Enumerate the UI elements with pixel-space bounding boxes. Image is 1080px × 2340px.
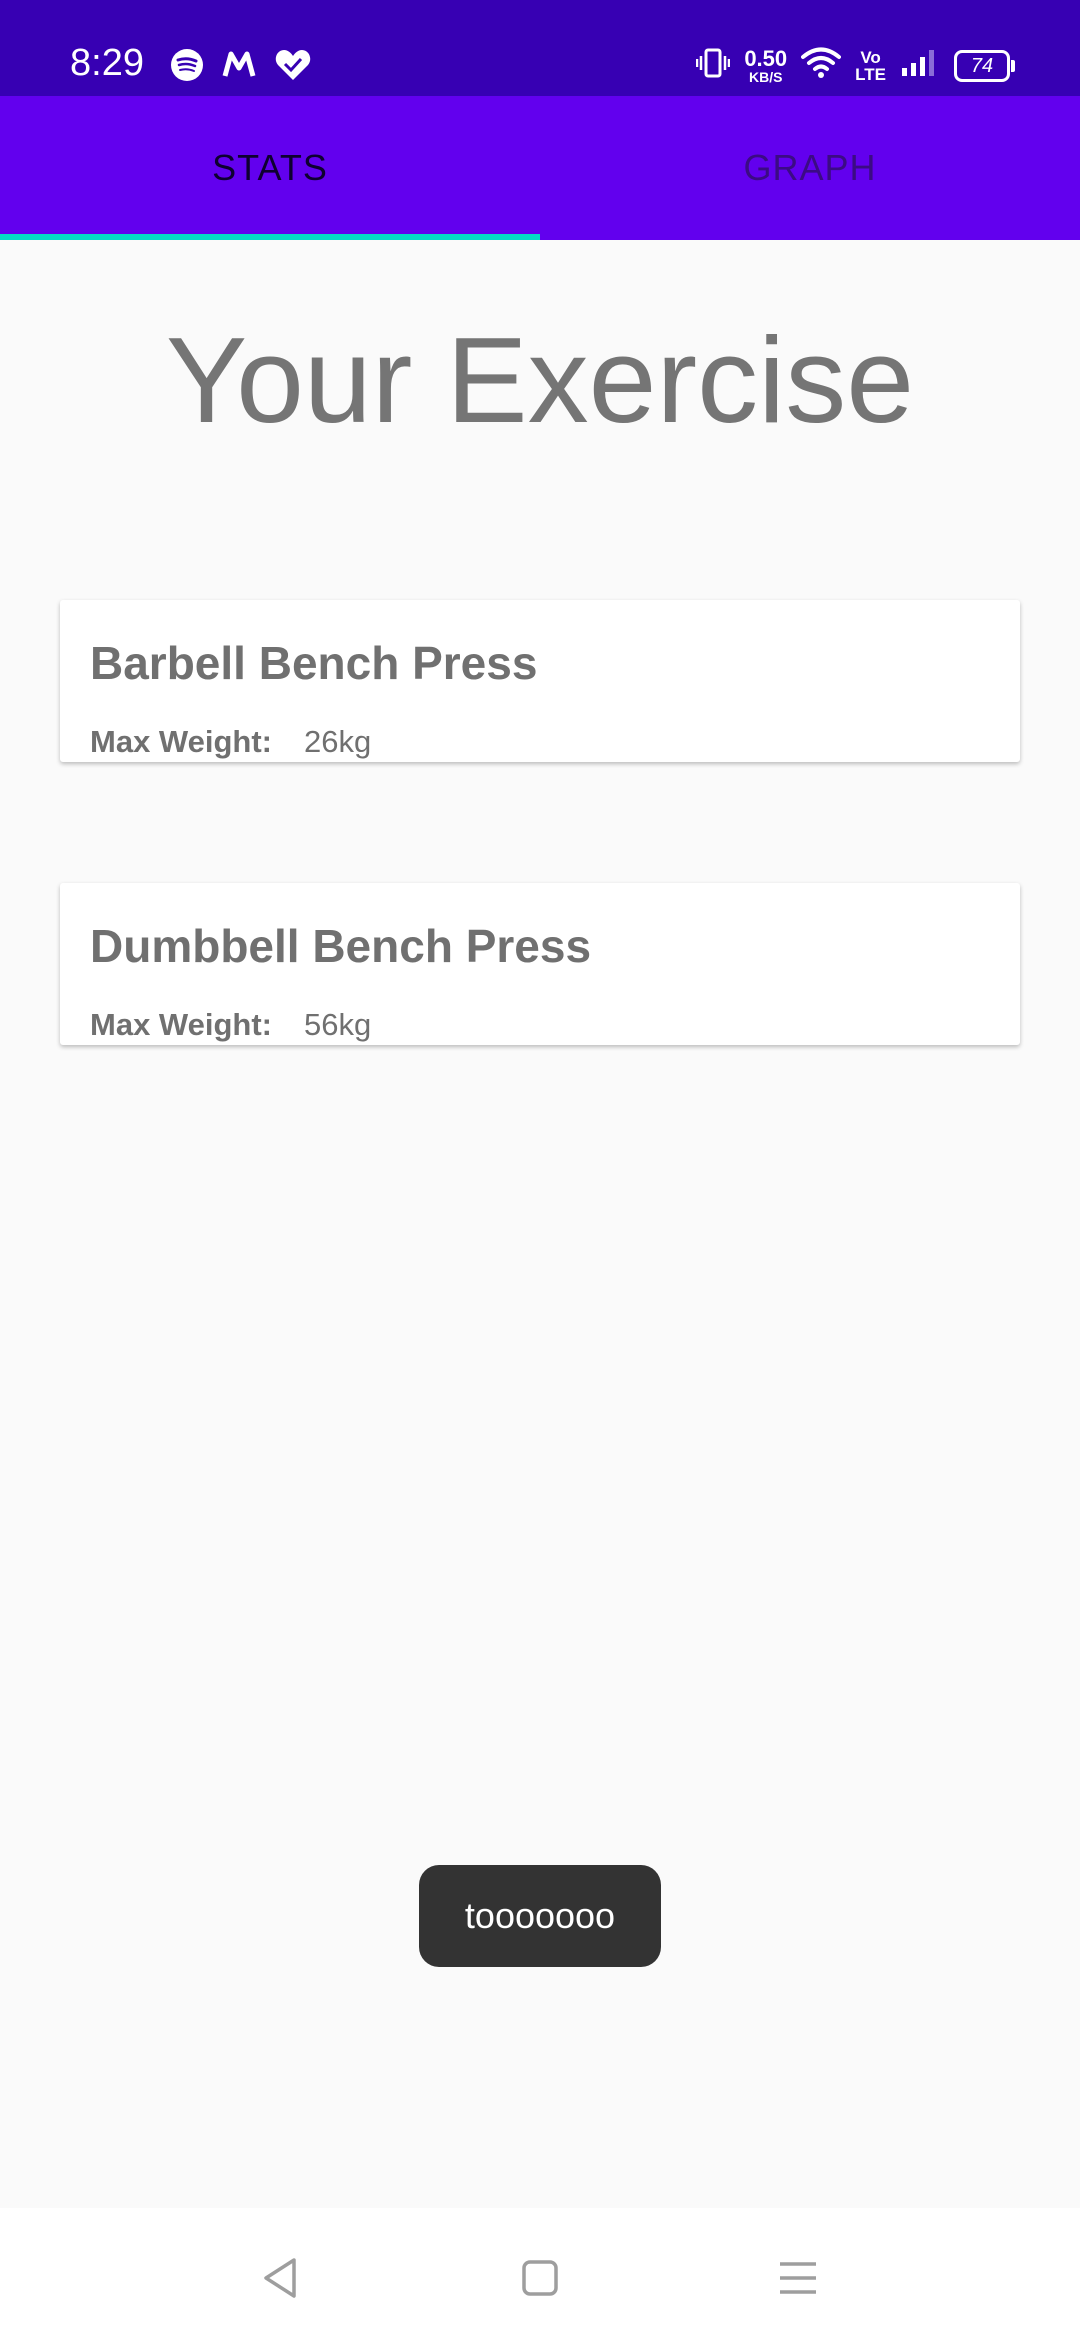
spotify-icon bbox=[170, 48, 204, 87]
status-bar: 8:29 0.50 KB/S Vo LTE 74 bbox=[0, 0, 1080, 96]
battery-indicator: 74 bbox=[954, 49, 1015, 82]
exercise-card[interactable]: Barbell Bench Press Max Weight: 26kg bbox=[60, 600, 1020, 762]
speed-unit: KB/S bbox=[749, 68, 783, 85]
menu-icon[interactable] bbox=[768, 2248, 828, 2308]
volte-indicator: Vo LTE bbox=[855, 49, 886, 83]
tab-stats-label: STATS bbox=[212, 147, 328, 188]
tab-bar: STATS GRAPH bbox=[0, 96, 1080, 240]
tab-stats[interactable]: STATS bbox=[0, 96, 540, 240]
status-left-icons bbox=[170, 48, 312, 87]
max-weight-label: Max Weight: bbox=[90, 724, 272, 759]
tab-graph-label: GRAPH bbox=[743, 147, 877, 188]
page-title: Your Exercise bbox=[165, 312, 915, 448]
screen: 8:29 0.50 KB/S Vo LTE 74 STATS GRAPH You… bbox=[0, 0, 1080, 2340]
volte-bottom: LTE bbox=[855, 64, 886, 84]
max-weight-value: 26kg bbox=[304, 724, 372, 759]
exercise-card[interactable]: Dumbbell Bench Press Max Weight: 56kg bbox=[60, 883, 1020, 1045]
tab-graph[interactable]: GRAPH bbox=[540, 96, 1080, 240]
exercise-name: Barbell Bench Press bbox=[90, 637, 538, 689]
wifi-icon bbox=[801, 47, 842, 84]
back-icon[interactable] bbox=[250, 2248, 310, 2308]
status-time: 8:29 bbox=[70, 42, 144, 84]
tab-indicator bbox=[0, 234, 540, 240]
max-weight-value: 56kg bbox=[304, 1007, 372, 1042]
heart-check-icon bbox=[274, 48, 312, 87]
navigation-bar bbox=[0, 2208, 1080, 2340]
volte-top: Vo bbox=[860, 47, 881, 67]
signal-icon bbox=[900, 48, 940, 83]
home-icon[interactable] bbox=[510, 2248, 570, 2308]
m-app-icon bbox=[222, 50, 256, 85]
exercise-name: Dumbbell Bench Press bbox=[90, 920, 592, 972]
toast-message: tooooooo bbox=[419, 1865, 661, 1967]
max-weight-label: Max Weight: bbox=[90, 1007, 272, 1042]
vibrate-icon bbox=[696, 46, 731, 85]
max-weight-row: Max Weight: 56kg bbox=[90, 1007, 371, 1043]
network-speed: 0.50 KB/S bbox=[744, 45, 788, 85]
speed-value: 0.50 bbox=[744, 45, 788, 71]
status-right-icons: 0.50 KB/S Vo LTE 74 bbox=[696, 45, 1015, 85]
max-weight-row: Max Weight: 26kg bbox=[90, 724, 371, 760]
